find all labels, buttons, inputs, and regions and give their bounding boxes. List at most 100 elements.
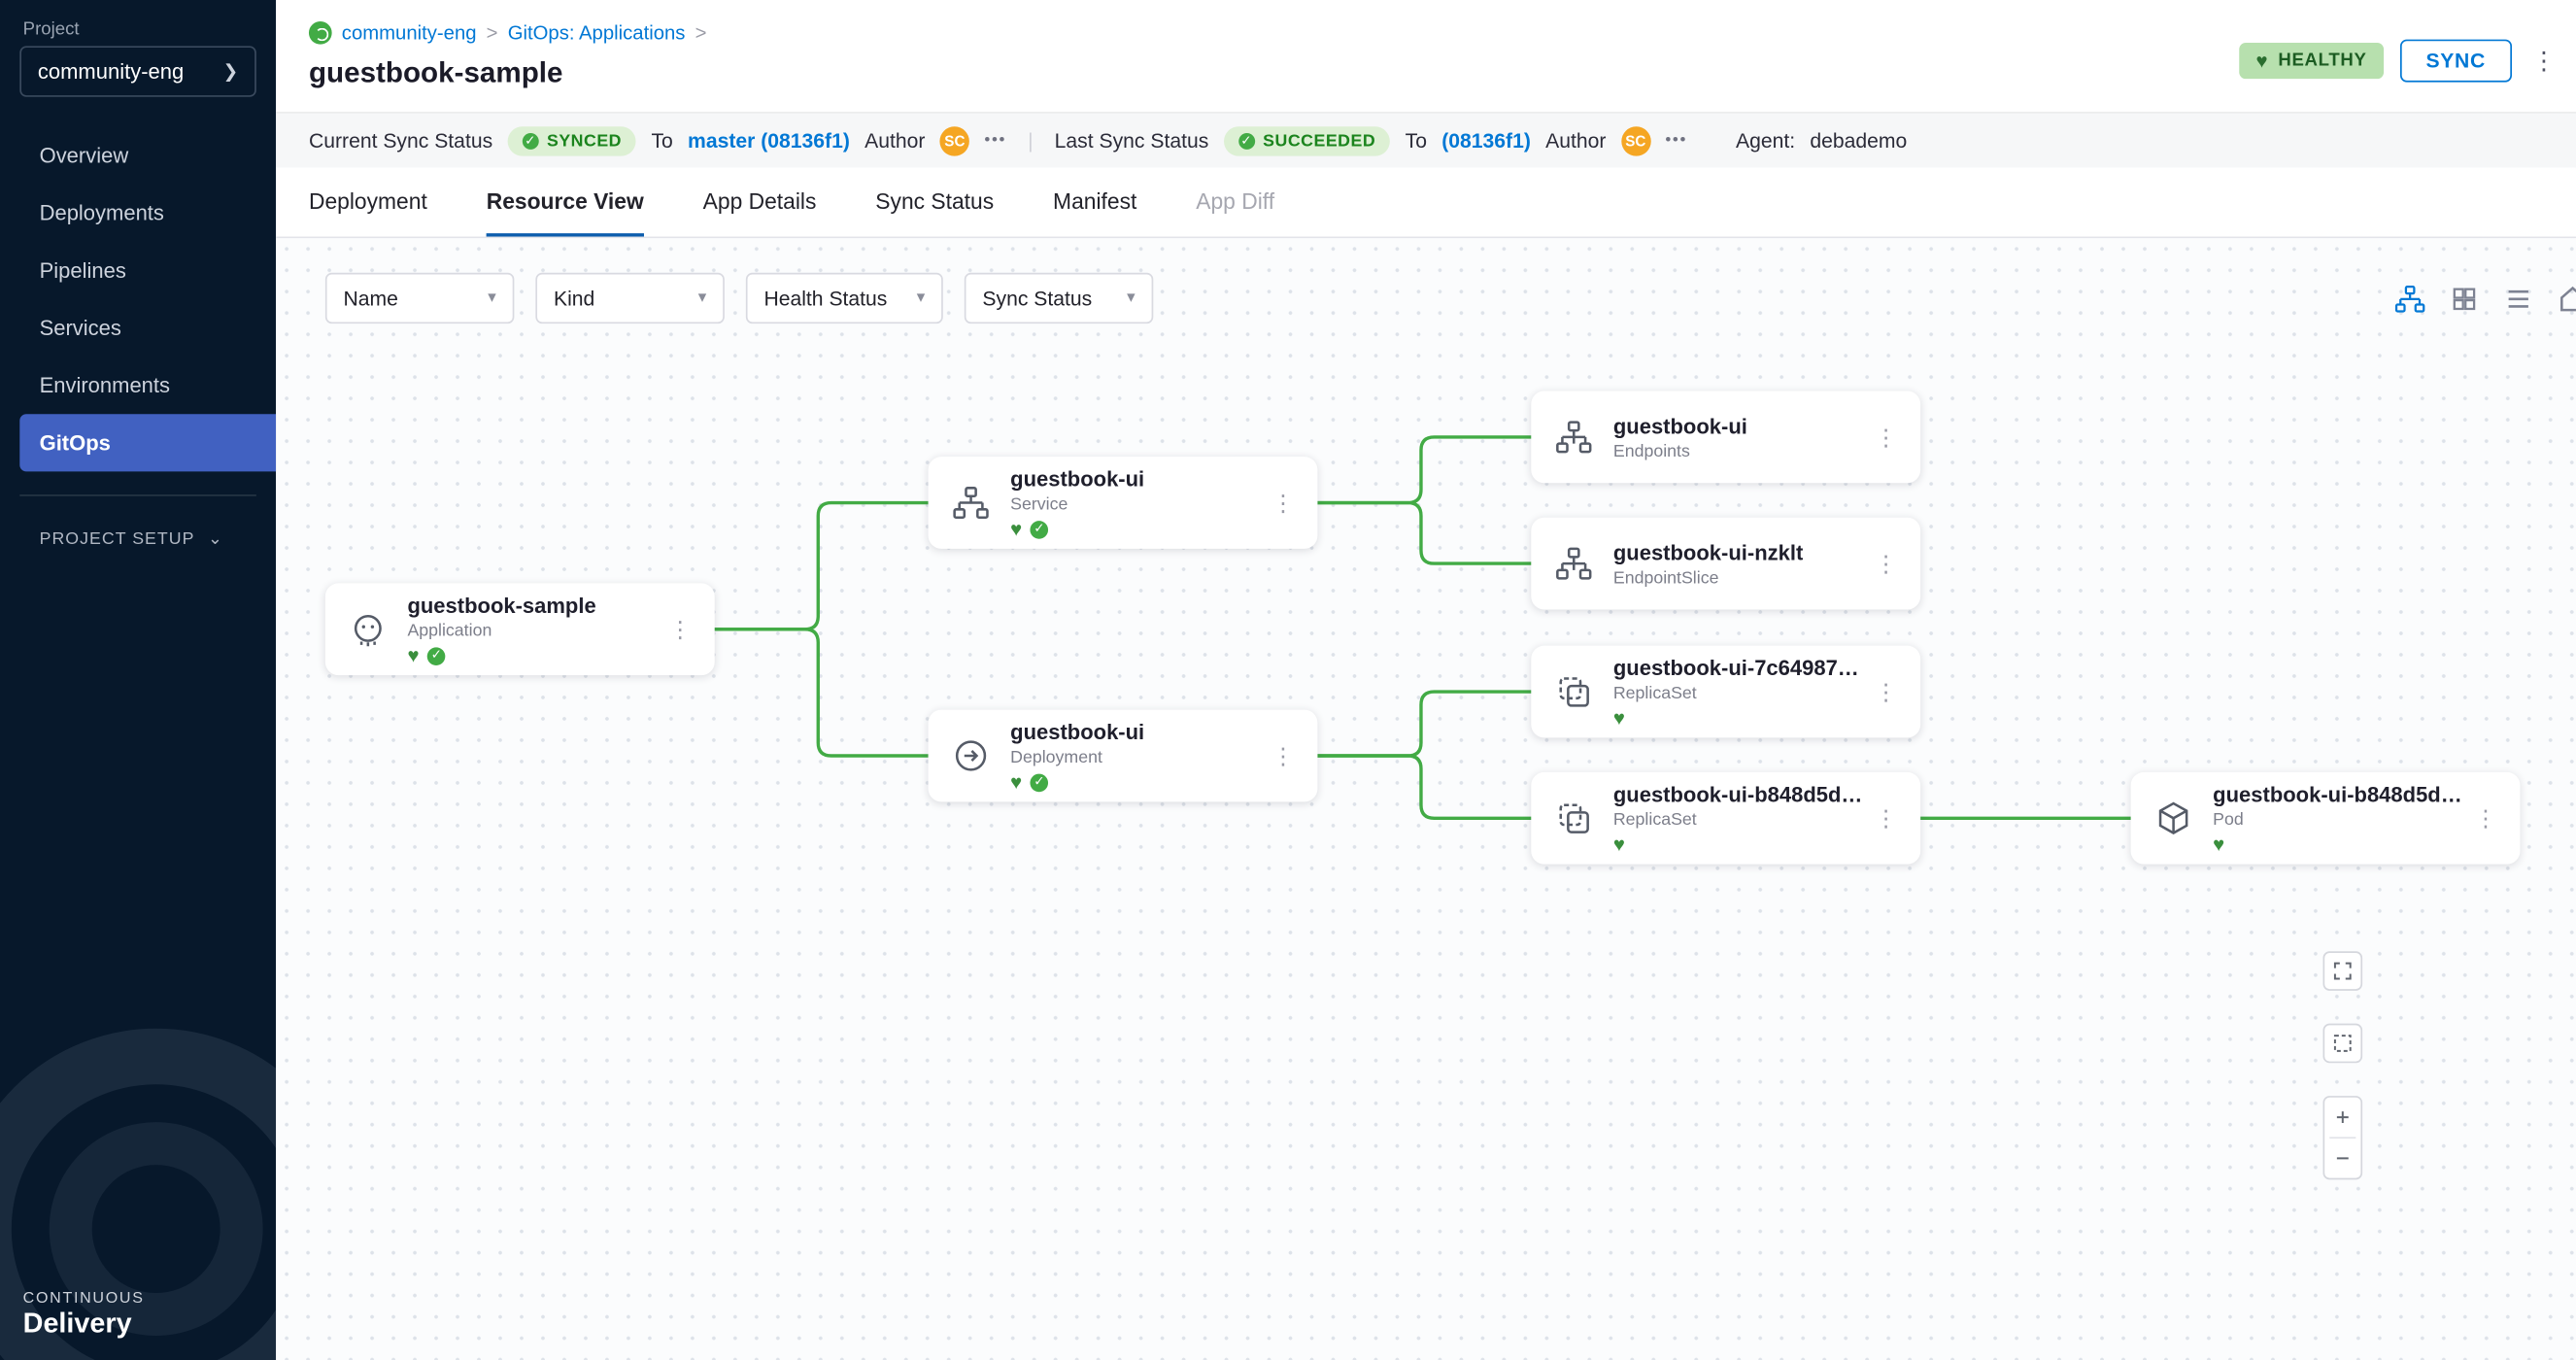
node-title: guestbook-ui-b848d5d9d	[1613, 782, 1865, 806]
filter-sync-status-label: Sync Status	[982, 287, 1092, 310]
last-sync-label: Last Sync Status	[1055, 129, 1209, 153]
node-title: guestbook-ui-nzklt	[1613, 540, 1803, 564]
node-kind: ReplicaSet	[1613, 810, 1865, 830]
last-sync-target[interactable]: (08136f1)	[1441, 129, 1531, 153]
endpoints-icon	[1551, 418, 1597, 458]
tab-sync-status[interactable]: Sync Status	[875, 168, 994, 237]
current-sync-target[interactable]: master (08136f1)	[688, 129, 850, 153]
node-menu-button[interactable]: ⋮	[1865, 543, 1908, 584]
zoom-controls	[2322, 1096, 2362, 1179]
zoom-in-icon[interactable]	[2324, 1098, 2360, 1138]
reset-view-icon[interactable]	[2553, 280, 2576, 320]
tab-app-details[interactable]: App Details	[703, 168, 817, 237]
health-heart-icon: ♥	[1010, 519, 1022, 538]
sync-check-icon: ✓	[1031, 520, 1049, 538]
service-icon	[948, 483, 994, 523]
sidebar-item-pipelines[interactable]: Pipelines	[0, 242, 276, 299]
chevron-down-icon: ▾	[488, 289, 496, 308]
box-select-icon[interactable]	[2322, 1024, 2362, 1064]
app-tabs: Deployment Resource View App Details Syn…	[276, 168, 2576, 239]
node-menu-button[interactable]: ⋮	[1262, 482, 1305, 523]
node-kind: EndpointSlice	[1613, 567, 1803, 587]
fullscreen-icon[interactable]	[2322, 951, 2362, 991]
resource-node-endpointslice[interactable]: guestbook-ui-nzklt EndpointSlice ⋮	[1531, 518, 1920, 610]
project-selector[interactable]: community-eng ❯	[19, 46, 256, 96]
list-view-icon[interactable]	[2498, 280, 2538, 320]
deployment-icon	[948, 736, 994, 776]
filter-bar: Name ▾ Kind ▾ Health Status ▾ Sync Statu…	[325, 273, 1153, 323]
project-label: Project	[23, 19, 276, 39]
tab-resource-view[interactable]: Resource View	[487, 168, 644, 237]
more-options-icon[interactable]: •••	[1665, 131, 1687, 150]
filter-kind-select[interactable]: Kind ▾	[535, 273, 724, 323]
node-menu-button[interactable]: ⋮	[2464, 798, 2507, 838]
current-sync-value: SYNCED	[547, 130, 622, 150]
tab-deployment[interactable]: Deployment	[309, 168, 427, 237]
filter-sync-status-select[interactable]: Sync Status ▾	[965, 273, 1153, 323]
sidebar-item-deployments[interactable]: Deployments	[0, 184, 276, 241]
tab-manifest[interactable]: Manifest	[1053, 168, 1136, 237]
tree-view-icon[interactable]	[2390, 280, 2430, 320]
breadcrumb-applications-link[interactable]: GitOps: Applications	[508, 21, 686, 45]
sync-status-bar: Current Sync Status ✓ SYNCED To master (…	[276, 112, 2576, 169]
more-options-icon[interactable]: •••	[984, 131, 1006, 150]
node-menu-button[interactable]: ⋮	[1262, 735, 1305, 776]
breadcrumb-separator: >	[487, 21, 498, 45]
view-toggle-group	[2390, 280, 2576, 320]
node-title: guestbook-ui-7c64987dc9	[1613, 656, 1865, 680]
node-title: guestbook-ui	[1613, 413, 1747, 437]
breadcrumb-project-link[interactable]: community-eng	[342, 21, 477, 45]
filter-health-status-select[interactable]: Health Status ▾	[746, 273, 943, 323]
sync-button[interactable]: SYNC	[2399, 40, 2512, 83]
chevron-right-icon: ❯	[223, 61, 239, 83]
sidebar-divider	[19, 494, 256, 496]
filter-name-select[interactable]: Name ▾	[325, 273, 514, 323]
tab-app-diff[interactable]: App Diff	[1196, 168, 1274, 237]
endpointslice-icon	[1551, 544, 1597, 584]
author-label: Author	[864, 129, 925, 153]
resource-tree-canvas[interactable]: Name ▾ Kind ▾ Health Status ▾ Sync Statu…	[276, 238, 2576, 1360]
author-label: Author	[1545, 129, 1606, 153]
sidebar-item-services[interactable]: Services	[0, 299, 276, 357]
agent-label: Agent:	[1736, 129, 1795, 153]
node-kind: Endpoints	[1613, 441, 1747, 460]
project-setup-label: PROJECT SETUP	[40, 529, 195, 549]
breadcrumb-separator: >	[695, 21, 707, 45]
current-sync-badge: ✓ SYNCED	[507, 125, 636, 154]
agent-value: debademo	[1810, 129, 1907, 153]
replicaset-icon	[1551, 799, 1597, 838]
resource-node-replicaset-1[interactable]: guestbook-ui-7c64987dc9 ReplicaSet ♥ ⋮	[1531, 646, 1920, 738]
resource-node-endpoints[interactable]: guestbook-ui Endpoints ⋮	[1531, 391, 1920, 484]
health-heart-icon: ♥	[1613, 708, 1625, 728]
app-window: Project community-eng ❯ Overview Deploym…	[0, 0, 2576, 1360]
node-menu-button[interactable]: ⋮	[659, 609, 701, 650]
health-heart-icon: ♥	[2255, 51, 2268, 70]
resource-node-pod[interactable]: guestbook-ui-b848d5d9... Pod ♥ ⋮	[2131, 772, 2521, 865]
node-title: guestbook-ui	[1010, 720, 1144, 744]
last-sync-badge: ✓ SUCCEEDED	[1224, 125, 1391, 154]
last-sync-value: SUCCEEDED	[1263, 130, 1375, 150]
zoom-out-icon[interactable]	[2324, 1139, 2360, 1178]
sidebar-item-overview[interactable]: Overview	[0, 126, 276, 184]
node-title: guestbook-sample	[407, 594, 595, 618]
gitops-agent-icon	[309, 21, 332, 45]
resource-node-replicaset-2[interactable]: guestbook-ui-b848d5d9d ReplicaSet ♥ ⋮	[1531, 772, 1920, 865]
project-setup-toggle[interactable]: PROJECT SETUP ⌄	[0, 519, 276, 559]
chevron-down-icon: ▾	[917, 289, 926, 308]
sync-check-icon: ✓	[523, 132, 539, 149]
resource-node-service[interactable]: guestbook-ui Service ♥ ✓ ⋮	[929, 457, 1318, 549]
node-menu-button[interactable]: ⋮	[1865, 798, 1908, 838]
node-menu-button[interactable]: ⋮	[1865, 417, 1908, 458]
divider	[1709, 129, 1714, 153]
sidebar-item-environments[interactable]: Environments	[0, 357, 276, 414]
kebab-menu-icon[interactable]: ⋮	[2528, 46, 2559, 77]
sync-check-icon: ✓	[427, 647, 446, 665]
resource-node-application[interactable]: guestbook-sample Application ♥ ✓ ⋮	[325, 583, 715, 675]
sidebar-item-gitops[interactable]: GitOps	[19, 414, 276, 471]
grid-view-icon[interactable]	[2445, 280, 2485, 320]
resource-node-deployment[interactable]: guestbook-ui Deployment ♥ ✓ ⋮	[929, 710, 1318, 802]
author-avatar: SC	[1621, 125, 1650, 154]
node-kind: Deployment	[1010, 748, 1144, 767]
node-menu-button[interactable]: ⋮	[1865, 671, 1908, 712]
chevron-down-icon: ▾	[698, 289, 707, 308]
